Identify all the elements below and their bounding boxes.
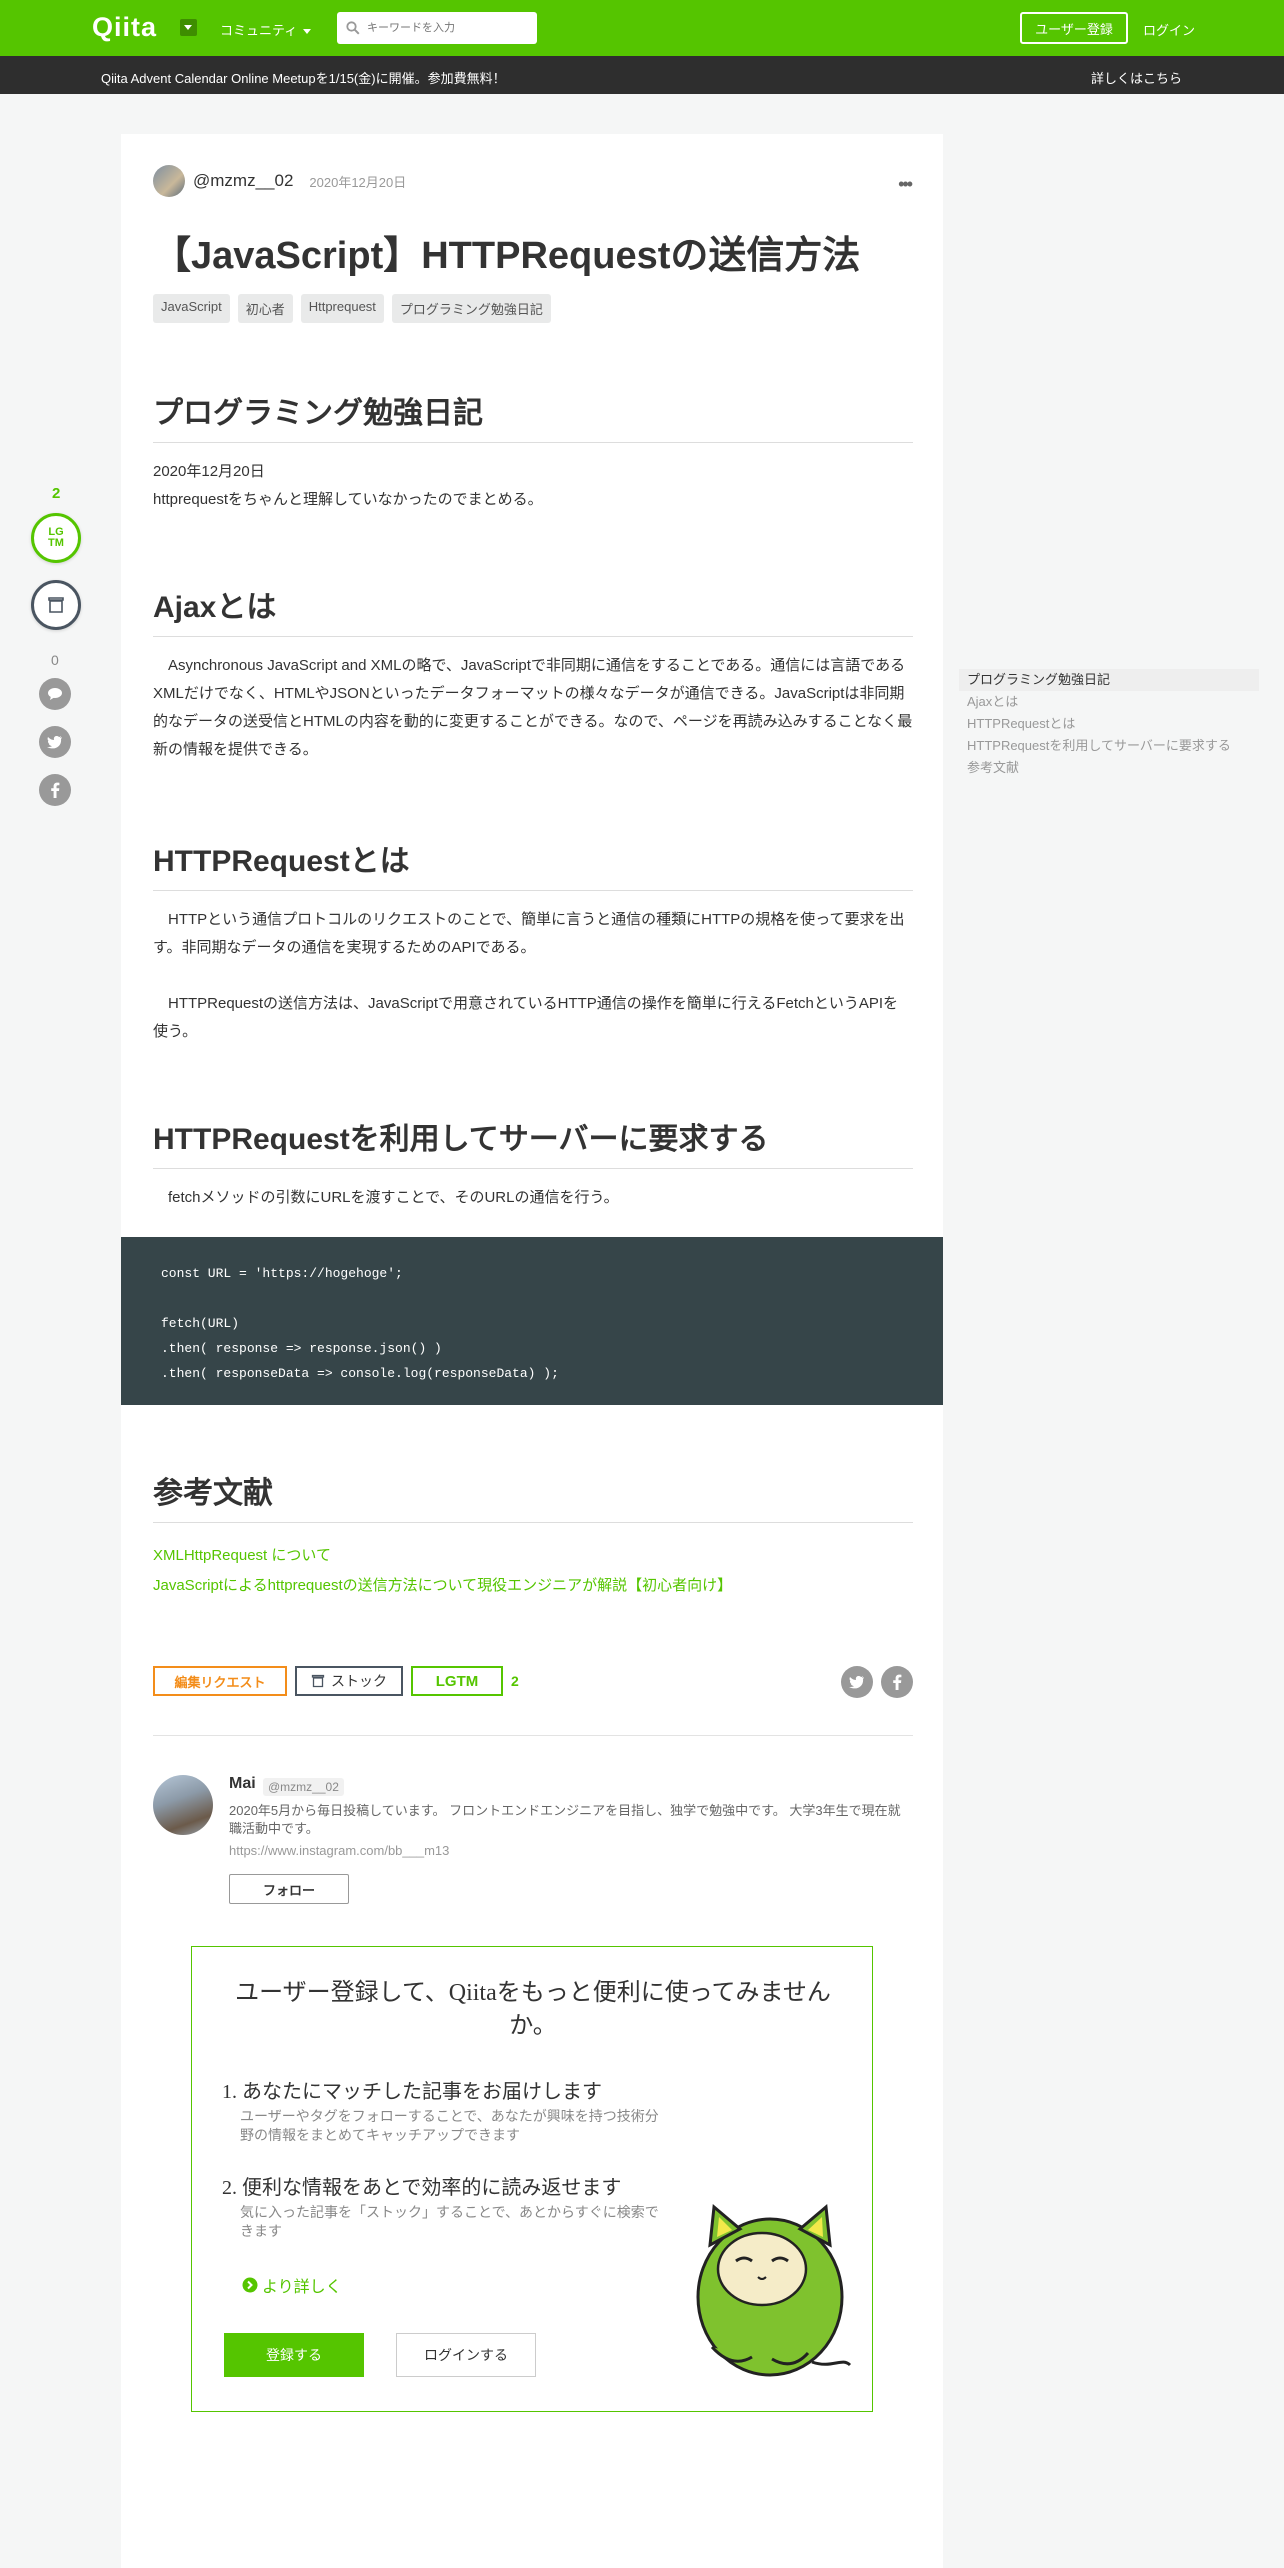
paragraph: HTTPという通信プロトコルのリクエストのことで、簡単に言うと通信の種類にHTT… bbox=[153, 911, 905, 956]
stock-icon bbox=[48, 597, 64, 613]
article: @mzmz__02 2020年12月20日 ••• 【JavaScript】HT… bbox=[121, 134, 943, 2568]
qiita-logo[interactable]: Qiita bbox=[92, 12, 157, 43]
profile-url[interactable]: https://www.instagram.com/bb___m13 bbox=[229, 1843, 449, 1858]
facebook-icon[interactable] bbox=[39, 774, 71, 806]
lgtm-button-bottom[interactable]: LGTM bbox=[411, 1666, 503, 1696]
reference-link[interactable]: JavaScriptによるhttprequestの送信方法について現役エンジニア… bbox=[153, 1574, 732, 1595]
arrow-circle-icon bbox=[242, 2277, 258, 2293]
more-options-icon[interactable]: ••• bbox=[898, 174, 913, 195]
stock-button-bottom[interactable]: ストック bbox=[295, 1666, 403, 1696]
author-name[interactable]: @mzmz__02 bbox=[193, 171, 293, 191]
stock-icon bbox=[311, 1674, 325, 1688]
stock-button[interactable] bbox=[31, 580, 81, 630]
community-menu[interactable]: コミュニティ bbox=[220, 20, 312, 39]
benefit-desc: ユーザーやタグをフォローすることで、あなたが興味を持つ技術分野の情報をまとめてキ… bbox=[240, 2108, 659, 2143]
section-heading: HTTPRequestとは bbox=[153, 836, 913, 891]
banner-text[interactable]: Qiita Advent Calendar Online Meetupを1/15… bbox=[101, 68, 506, 87]
paragraph: fetchメソッドの引数にURLを渡すことで、そのURLの通信を行う。 bbox=[153, 1189, 619, 1206]
comment-icon[interactable] bbox=[39, 678, 71, 710]
toc-item[interactable]: プログラミング勉強日記 bbox=[959, 669, 1259, 691]
table-of-contents: プログラミング勉強日記 Ajaxとは HTTPRequestとは HTTPReq… bbox=[959, 669, 1259, 779]
profile-bio: 2020年5月から毎日投稿しています。 フロントエンドエンジニアを目指し、独学で… bbox=[229, 1803, 901, 1836]
follow-button[interactable]: フォロー bbox=[229, 1874, 349, 1904]
more-info-label: より詳しく bbox=[262, 2279, 342, 2296]
paragraph: 2020年12月20日 bbox=[153, 463, 265, 480]
article-actions: 編集リクエスト ストック LGTM 2 bbox=[153, 1664, 913, 1698]
login-button[interactable]: ログインする bbox=[396, 2333, 536, 2377]
lgtm-count: 2 bbox=[52, 485, 61, 502]
more-info-link[interactable]: より詳しく bbox=[242, 2273, 342, 2297]
tag-study-diary[interactable]: プログラミング勉強日記 bbox=[391, 294, 551, 323]
register-button[interactable]: 登録する bbox=[224, 2333, 364, 2377]
reference-link[interactable]: XMLHttpRequest について bbox=[153, 1544, 331, 1565]
author-row: @mzmz__02 2020年12月20日 bbox=[153, 164, 406, 198]
search-icon bbox=[346, 21, 360, 35]
toc-item[interactable]: 参考文献 bbox=[959, 757, 1259, 779]
comment-count: 0 bbox=[51, 652, 59, 668]
paragraph: httprequestをちゃんと理解していなかったのでまとめる。 bbox=[153, 491, 543, 508]
banner-link[interactable]: 詳しくはこちら bbox=[1091, 68, 1182, 87]
section-heading: プログラミング勉強日記 bbox=[153, 388, 913, 443]
paragraph: Asynchronous JavaScript and XMLの略で、JavaS… bbox=[153, 657, 913, 758]
announcement-banner: Qiita Advent Calendar Online Meetupを1/15… bbox=[0, 56, 1284, 94]
lgtm-label-bottom: TM bbox=[48, 537, 64, 549]
article-title: 【JavaScript】HTTPRequestの送信方法 bbox=[153, 235, 861, 277]
section-heading: HTTPRequestを利用してサーバーに要求する bbox=[153, 1114, 913, 1169]
divider bbox=[153, 1735, 913, 1736]
tag-list: JavaScript 初心者 Httprequest プログラミング勉強日記 bbox=[153, 294, 551, 323]
community-label: コミュニティ bbox=[220, 23, 298, 38]
profile-avatar[interactable] bbox=[153, 1775, 213, 1835]
profile-name[interactable]: Mai bbox=[229, 1775, 256, 1793]
search-box[interactable] bbox=[337, 12, 537, 44]
search-input[interactable] bbox=[367, 18, 527, 38]
section-heading: 参考文献 bbox=[153, 1468, 913, 1523]
paragraph: HTTPRequestの送信方法は、JavaScriptで用意されているHTTP… bbox=[153, 995, 899, 1040]
login-link[interactable]: ログイン bbox=[1143, 20, 1195, 39]
signup-button[interactable]: ユーザー登録 bbox=[1020, 12, 1128, 44]
chevron-down-icon bbox=[303, 29, 312, 35]
section-heading: Ajaxとは bbox=[153, 582, 913, 637]
profile-id[interactable]: @mzmz__02 bbox=[263, 1778, 344, 1796]
benefit-title: 2. 便利な情報をあとで効率的に読み返せます bbox=[222, 2177, 622, 2199]
global-header: Qiita コミュニティ ユーザー登録 ログイン bbox=[0, 0, 1284, 56]
benefit-desc: 気に入った記事を「ストック」することで、あとからすぐに検索できます bbox=[240, 2204, 659, 2239]
toc-item[interactable]: HTTPRequestとは bbox=[959, 713, 1259, 735]
tag-javascript[interactable]: JavaScript bbox=[153, 294, 230, 323]
lgtm-button[interactable]: LG TM bbox=[31, 513, 81, 563]
post-date: 2020年12月20日 bbox=[309, 174, 407, 190]
signup-promo: ユーザー登録して、Qiitaをもっと便利に使ってみませんか。 1. あなたにマッ… bbox=[191, 1946, 873, 2412]
lgtm-count-bottom: 2 bbox=[511, 1673, 519, 1689]
logo-menu-caret-icon[interactable] bbox=[180, 19, 197, 36]
benefit-title: 1. あなたにマッチした記事をお届けします bbox=[222, 2081, 602, 2103]
twitter-icon[interactable] bbox=[39, 726, 71, 758]
toc-item[interactable]: Ajaxとは bbox=[959, 691, 1259, 713]
tag-httprequest[interactable]: Httprequest bbox=[300, 294, 384, 323]
author-avatar[interactable] bbox=[153, 165, 185, 197]
edit-request-button[interactable]: 編集リクエスト bbox=[153, 1666, 287, 1696]
twitter-share-icon[interactable] bbox=[841, 1666, 873, 1698]
stock-label: ストック bbox=[331, 1673, 387, 1689]
facebook-share-icon[interactable] bbox=[881, 1666, 913, 1698]
promo-title: ユーザー登録して、Qiitaをもっと便利に使ってみませんか。 bbox=[235, 1980, 831, 2039]
tag-beginner[interactable]: 初心者 bbox=[237, 294, 293, 323]
code-block: const URL = 'https://hogehoge'; fetch(UR… bbox=[121, 1237, 943, 1405]
qiita-mascot-illustration bbox=[696, 2204, 852, 2377]
toc-item[interactable]: HTTPRequestを利用してサーバーに要求する bbox=[959, 735, 1259, 757]
